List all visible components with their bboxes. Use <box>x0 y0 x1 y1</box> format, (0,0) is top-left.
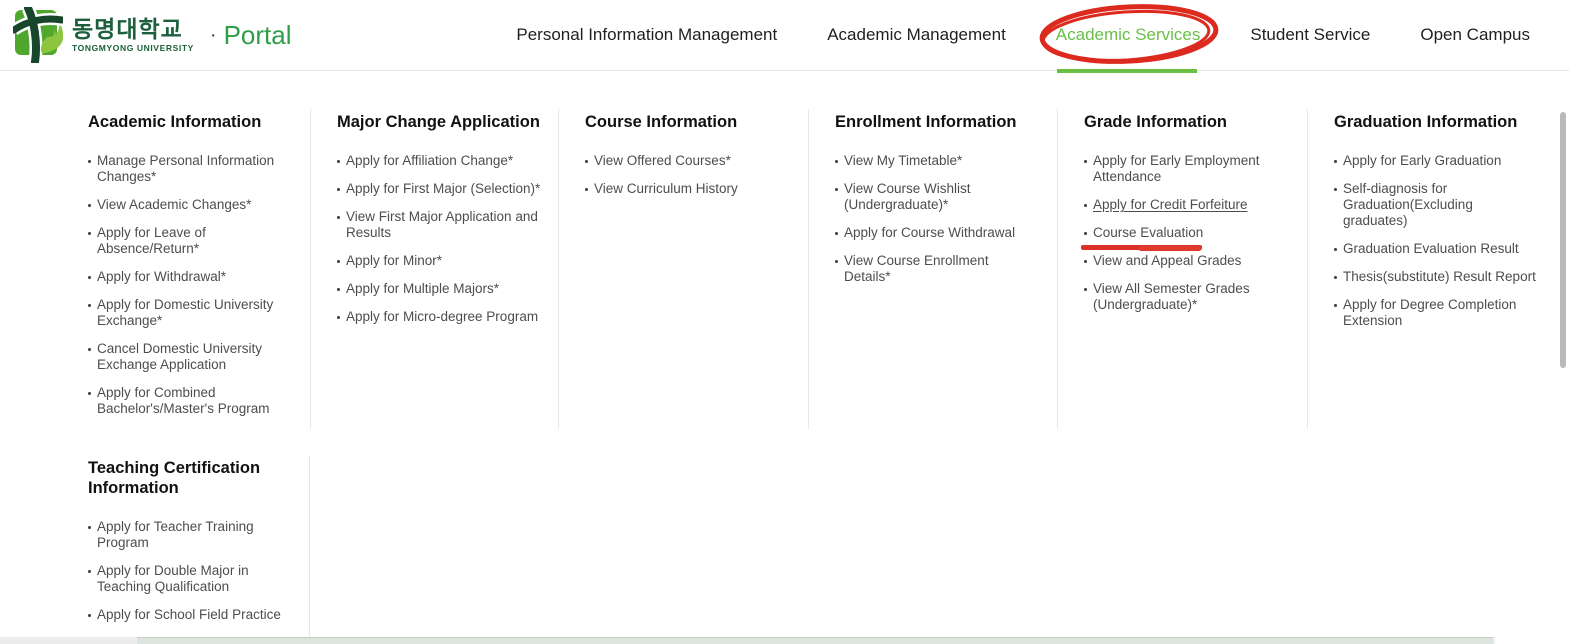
menu-column-major-change-application: Major Change Application Apply for Affil… <box>310 109 558 429</box>
menu-item-apply-domestic-university-exchange[interactable]: Apply for Domestic University Exchange* <box>88 297 290 329</box>
university-name-english: TONGMYONG UNIVERSITY <box>72 44 194 53</box>
menu-item-apply-course-withdrawal[interactable]: Apply for Course Withdrawal <box>835 225 1037 241</box>
mega-menu-row-2: Teaching Certification Information Apply… <box>0 455 1569 644</box>
brand[interactable]: 동명대학교 TONGMYONG UNIVERSITY · Portal <box>13 7 291 63</box>
menu-item-view-my-timetable[interactable]: View My Timetable* <box>835 153 1037 169</box>
brand-text: 동명대학교 TONGMYONG UNIVERSITY <box>72 18 194 53</box>
menu-item-self-diagnosis-for-graduation[interactable]: Self-diagnosis for Graduation(Excluding … <box>1334 181 1536 229</box>
menu-item-apply-school-field-practice[interactable]: Apply for School Field Practice <box>88 607 290 623</box>
header: 동명대학교 TONGMYONG UNIVERSITY · Portal Pers… <box>0 0 1569 71</box>
nav-personal-information-management[interactable]: Personal Information Management <box>516 25 777 45</box>
column-title: Grade Information <box>1084 112 1289 132</box>
menu-item-apply-leave-of-absence-return[interactable]: Apply for Leave of Absence/Return* <box>88 225 290 257</box>
menu-item-apply-combined-bachelors-masters[interactable]: Apply for Combined Bachelor's/Master's P… <box>88 385 290 417</box>
menu-item-apply-multiple-majors[interactable]: Apply for Multiple Majors* <box>337 281 545 297</box>
menu-item-view-course-enrollment-details[interactable]: View Course Enrollment Details* <box>835 253 1037 285</box>
menu-item-thesis-substitute-result-report[interactable]: Thesis(substitute) Result Report <box>1334 269 1536 285</box>
menu-item-apply-micro-degree-program[interactable]: Apply for Micro-degree Program <box>337 309 545 325</box>
menu-item-apply-early-employment-attendance[interactable]: Apply for Early Employment Attendance <box>1084 153 1286 185</box>
menu-column-grade-information: Grade Information Apply for Early Employ… <box>1057 109 1307 429</box>
horizontal-scrollbar-thumb[interactable] <box>137 637 1493 644</box>
portal-separator: · <box>210 24 217 47</box>
menu-item-apply-withdrawal[interactable]: Apply for Withdrawal* <box>88 269 290 285</box>
column-title: Enrollment Information <box>835 112 1040 132</box>
nav-student-service[interactable]: Student Service <box>1250 25 1370 45</box>
nav-open-campus[interactable]: Open Campus <box>1420 25 1530 45</box>
menu-column-enrollment-information: Enrollment Information View My Timetable… <box>808 109 1057 429</box>
menu-item-view-offered-courses[interactable]: View Offered Courses* <box>585 153 787 169</box>
menu-item-apply-degree-completion-extension[interactable]: Apply for Degree Completion Extension <box>1334 297 1536 329</box>
menu-item-view-all-semester-grades[interactable]: View All Semester Grades (Undergraduate)… <box>1084 281 1286 313</box>
portal-page: 동명대학교 TONGMYONG UNIVERSITY · Portal Pers… <box>0 0 1569 644</box>
menu-item-apply-credit-forfeiture[interactable]: Apply for Credit Forfeiture <box>1084 197 1286 213</box>
menu-item-graduation-evaluation-result[interactable]: Graduation Evaluation Result <box>1334 241 1536 257</box>
university-logo-icon <box>13 7 63 63</box>
menu-item-view-and-appeal-grades[interactable]: View and Appeal Grades <box>1084 253 1286 269</box>
menu-item-cancel-domestic-university-exchange[interactable]: Cancel Domestic University Exchange Appl… <box>88 341 290 373</box>
top-navigation: Personal Information Management Academic… <box>516 0 1530 70</box>
nav-academic-management[interactable]: Academic Management <box>827 25 1006 45</box>
menu-column-course-information: Course Information View Offered Courses*… <box>558 109 808 429</box>
menu-item-list: Manage Personal Information Changes* Vie… <box>88 153 290 417</box>
menu-item-list: View Offered Courses* View Curriculum Hi… <box>585 153 787 197</box>
menu-column-graduation-information: Graduation Information Apply for Early G… <box>1307 109 1547 429</box>
column-title: Teaching Certification Information <box>88 458 293 498</box>
active-tab-underline <box>1057 69 1197 73</box>
menu-item-list: View My Timetable* View Course Wishlist … <box>835 153 1037 285</box>
menu-item-course-evaluation[interactable]: Course Evaluation <box>1084 225 1286 241</box>
menu-item-manage-personal-information-changes[interactable]: Manage Personal Information Changes* <box>88 153 290 185</box>
menu-column-teaching-certification: Teaching Certification Information Apply… <box>62 455 310 644</box>
menu-item-view-curriculum-history[interactable]: View Curriculum History <box>585 181 787 197</box>
menu-item-view-course-wishlist[interactable]: View Course Wishlist (Undergraduate)* <box>835 181 1037 213</box>
university-name-korean: 동명대학교 <box>72 18 194 41</box>
menu-item-view-academic-changes[interactable]: View Academic Changes* <box>88 197 290 213</box>
column-title: Graduation Information <box>1334 112 1539 132</box>
menu-item-apply-teacher-training-program[interactable]: Apply for Teacher Training Program <box>88 519 290 551</box>
mega-menu: Academic Information Manage Personal Inf… <box>0 71 1569 644</box>
menu-item-apply-first-major-selection[interactable]: Apply for First Major (Selection)* <box>337 181 545 197</box>
menu-item-apply-double-major-teaching-qualification[interactable]: Apply for Double Major in Teaching Quali… <box>88 563 290 595</box>
mega-menu-row-1: Academic Information Manage Personal Inf… <box>0 109 1569 429</box>
menu-item-list: Apply for Early Employment Attendance Ap… <box>1084 153 1286 313</box>
menu-item-list: Apply for Affiliation Change* Apply for … <box>337 153 545 325</box>
column-title: Academic Information <box>88 112 293 132</box>
column-title: Major Change Application <box>337 112 542 132</box>
menu-item-list: Apply for Teacher Training Program Apply… <box>88 519 290 644</box>
vertical-scrollbar-thumb[interactable] <box>1560 112 1566 368</box>
menu-item-view-first-major-application-results[interactable]: View First Major Application and Results <box>337 209 545 241</box>
nav-academic-services[interactable]: Academic Services <box>1056 25 1201 45</box>
menu-item-apply-affiliation-change[interactable]: Apply for Affiliation Change* <box>337 153 545 169</box>
portal-text: Portal <box>224 20 292 51</box>
menu-item-apply-early-graduation[interactable]: Apply for Early Graduation <box>1334 153 1536 169</box>
menu-item-apply-minor[interactable]: Apply for Minor* <box>337 253 545 269</box>
red-underline-annotation <box>1081 245 1202 250</box>
menu-column-academic-information: Academic Information Manage Personal Inf… <box>62 109 310 429</box>
menu-item-list: Apply for Early Graduation Self-diagnosi… <box>1334 153 1536 329</box>
column-title: Course Information <box>585 112 790 132</box>
portal-label: · Portal <box>210 20 292 51</box>
